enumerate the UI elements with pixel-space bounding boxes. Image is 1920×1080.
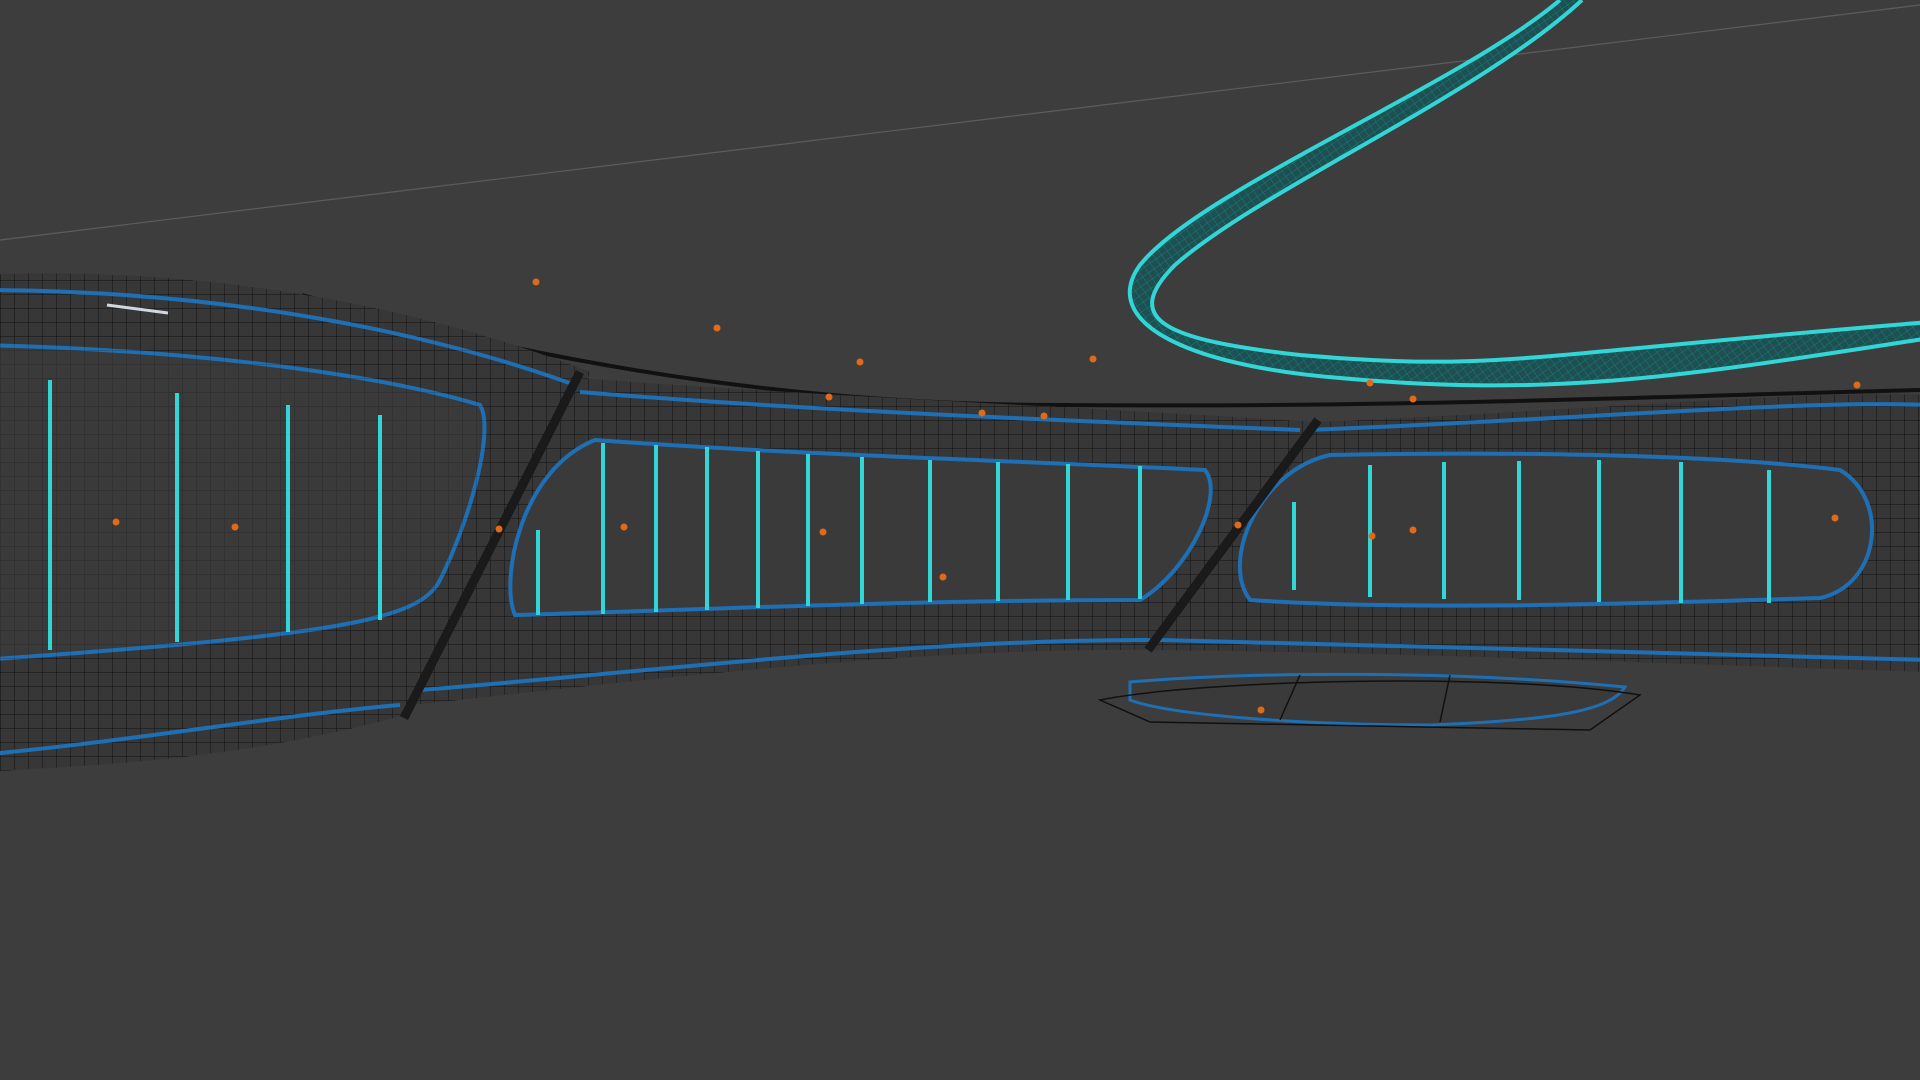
3d-viewport[interactable] — [0, 0, 1920, 1080]
origin-dot — [1257, 706, 1265, 714]
origin-dot — [856, 358, 864, 366]
origin-dot — [713, 324, 721, 332]
origin-dot — [825, 393, 833, 401]
origin-dot — [1089, 355, 1097, 363]
ribbon-mesh[interactable] — [1000, 0, 1920, 420]
origin-dot — [1368, 532, 1376, 540]
floor-grid-line — [0, 4, 1920, 241]
origin-dot — [1234, 521, 1242, 529]
origin-dot — [1831, 514, 1839, 522]
floor-patch-mesh[interactable] — [1097, 672, 1642, 731]
origin-dot — [231, 523, 239, 531]
origin-dot — [112, 518, 120, 526]
origin-dot — [1853, 381, 1861, 389]
origin-dot — [1040, 412, 1048, 420]
origin-dot — [620, 523, 628, 531]
viewport-canvas[interactable] — [0, 0, 1920, 1080]
origin-dot — [1409, 526, 1417, 534]
origin-dot — [495, 525, 503, 533]
origin-dot — [1366, 379, 1374, 387]
origin-dot — [1409, 395, 1417, 403]
origin-dot — [939, 573, 947, 581]
origin-dot — [532, 278, 540, 286]
origin-dot — [978, 409, 986, 417]
origin-dot — [819, 528, 827, 536]
